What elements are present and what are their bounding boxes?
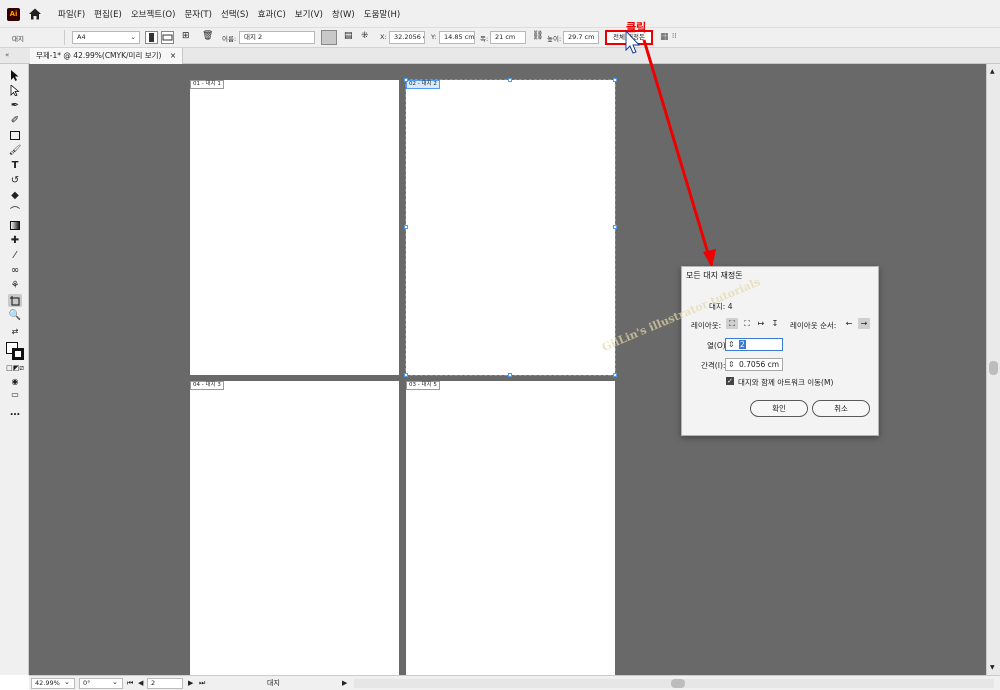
status-bar: 42.99% ⌄ 0° ⌄ ⏮ ◀ 2 ▶ ⏭ 대지 ▶ [29, 675, 1000, 690]
vertical-scrollbar[interactable]: ▲ ▼ [986, 64, 1000, 675]
scrollbar-thumb[interactable] [671, 679, 685, 688]
stepper-icon[interactable]: ⇕ [728, 339, 735, 350]
scrollbar-thumb[interactable] [989, 361, 998, 375]
stepper-icon[interactable]: ⇕ [728, 359, 735, 370]
scroll-up-icon[interactable]: ▲ [990, 68, 995, 75]
spacing-value: 0.7056 cm [739, 360, 780, 369]
horizontal-scrollbar[interactable] [354, 679, 994, 688]
move-artwork-checkbox[interactable]: ✓ [726, 377, 734, 385]
scroll-down-icon[interactable]: ▼ [990, 664, 995, 671]
current-tool-label: 대지 [267, 679, 280, 687]
status-menu-icon[interactable]: ▶ [342, 678, 347, 689]
columns-field[interactable]: ⇕ 2 [725, 338, 783, 351]
dialog-title: 모든 대지 재정돈 [686, 271, 743, 280]
grid-by-row-icon[interactable]: ⛶ [726, 318, 738, 329]
columns-value: 2 [739, 340, 746, 349]
page-field[interactable]: 2 [147, 678, 183, 689]
arrange-by-row-icon[interactable]: ↦ [755, 318, 767, 329]
rearrange-artboards-dialog: 모든 대지 재정돈 대지: 4 레이아웃: ⛶ ⛶ ↦ ↧ 레이아웃 순서: ←… [681, 266, 879, 436]
chevron-down-icon[interactable]: ⌄ [64, 678, 70, 686]
spacing-field[interactable]: ⇕ 0.7056 cm [725, 358, 783, 371]
arrow-right-icon[interactable]: → [858, 318, 870, 329]
arrange-by-column-icon[interactable]: ↧ [769, 318, 781, 329]
layout-label: 레이아웃: [691, 321, 722, 330]
ok-button[interactable]: 확인 [750, 400, 808, 417]
arrow-left-icon[interactable]: ← [843, 318, 855, 329]
layout-order-label: 레이아웃 순서: [790, 321, 837, 330]
first-page-icon[interactable]: ⏮ [127, 678, 133, 689]
mouse-cursor-icon [625, 29, 641, 54]
chevron-down-icon[interactable]: ⌄ [112, 678, 118, 686]
prev-page-icon[interactable]: ◀ [138, 678, 143, 689]
move-artwork-label: 대지와 함께 아트워크 이동(M) [738, 378, 834, 387]
grid-by-column-icon[interactable]: ⛶ [741, 318, 753, 329]
next-page-icon[interactable]: ▶ [188, 678, 193, 689]
last-page-icon[interactable]: ⏭ [199, 678, 205, 689]
cancel-button[interactable]: 취소 [812, 400, 870, 417]
spacing-label: 간격(I): [701, 361, 726, 370]
